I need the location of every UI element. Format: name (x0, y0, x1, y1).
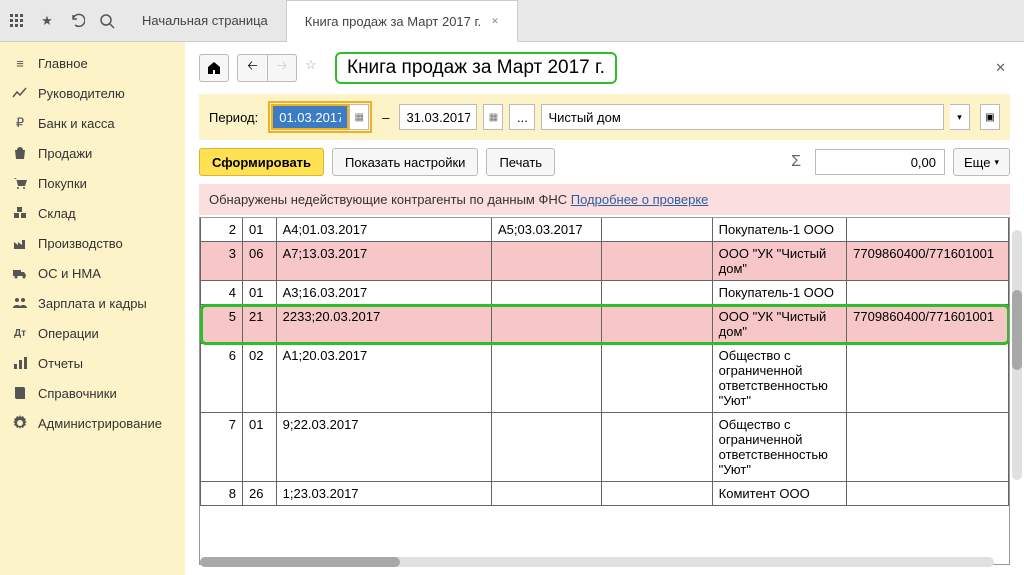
warning-banner: Обнаружены недействующие контрагенты по … (199, 184, 1010, 215)
calendar-icon[interactable]: ▦ (483, 104, 503, 130)
ruble-icon: ₽ (12, 115, 28, 131)
generate-button[interactable]: Сформировать (199, 148, 324, 176)
apps-icon[interactable] (8, 12, 26, 30)
sidebar-item-admin[interactable]: Администрирование (0, 408, 185, 438)
sidebar-item-warehouse[interactable]: Склад (0, 198, 185, 228)
sidebar-item-manager[interactable]: Руководителю (0, 78, 185, 108)
gear-icon (12, 415, 28, 431)
sidebar: ≡Главное Руководителю ₽Банк и касса Прод… (0, 42, 185, 575)
chart-line-icon (12, 85, 28, 101)
menu-icon: ≡ (12, 55, 28, 71)
close-button[interactable]: ✕ (991, 56, 1010, 80)
sidebar-item-catalogs[interactable]: Справочники (0, 378, 185, 408)
favorite-star-icon[interactable]: ☆ (305, 57, 327, 79)
sidebar-item-payroll[interactable]: Зарплата и кадры (0, 288, 185, 318)
page-title: Книга продаж за Март 2017 г. (335, 52, 617, 84)
sidebar-item-production[interactable]: Производство (0, 228, 185, 258)
bag-icon (12, 145, 28, 161)
warning-link[interactable]: Подробнее о проверке (571, 192, 709, 207)
table-row[interactable]: 8261;23.03.2017Комитент ООО (201, 482, 1009, 506)
back-button[interactable]: 🡠 (237, 54, 267, 82)
factory-icon (12, 235, 28, 251)
tab-home-label: Начальная страница (142, 13, 268, 28)
forward-button[interactable]: 🡢 (267, 54, 297, 82)
sidebar-item-purchases[interactable]: Покупки (0, 168, 185, 198)
debit-credit-icon: Дт (12, 325, 28, 341)
sidebar-item-assets[interactable]: ОС и НМА (0, 258, 185, 288)
sidebar-item-operations[interactable]: ДтОперации (0, 318, 185, 348)
chevron-down-icon: ▾ (994, 157, 999, 168)
more-button[interactable]: Еще▾ (953, 148, 1010, 176)
truck-icon (12, 265, 28, 281)
report-table[interactable]: 201A4;01.03.2017A5;03.03.2017Покупатель-… (199, 217, 1010, 565)
cart-icon (12, 175, 28, 191)
sidebar-item-main[interactable]: ≡Главное (0, 48, 185, 78)
search-icon[interactable] (98, 12, 116, 30)
period-picker-button[interactable]: ... (509, 104, 535, 130)
table-row[interactable]: 306A7;13.03.2017ООО "УК "Чистый дом"7709… (201, 242, 1009, 281)
home-button[interactable] (199, 54, 229, 82)
sum-input[interactable] (815, 149, 945, 175)
table-row[interactable]: 5212233;20.03.2017ООО "УК "Чистый дом"77… (201, 305, 1009, 344)
period-from-input[interactable] (271, 104, 349, 130)
table-row[interactable]: 7019;22.03.2017Общество с ограниченной о… (201, 413, 1009, 482)
open-external-icon[interactable]: ▣ (980, 104, 1000, 130)
book-icon (12, 385, 28, 401)
period-to-input[interactable] (399, 104, 477, 130)
calendar-icon[interactable]: ▦ (349, 104, 369, 130)
chart-bar-icon (12, 355, 28, 371)
sigma-icon: Σ (785, 153, 807, 171)
sidebar-item-bank[interactable]: ₽Банк и касса (0, 108, 185, 138)
print-button[interactable]: Печать (486, 148, 555, 176)
star-icon[interactable]: ★ (38, 12, 56, 30)
vertical-scrollbar[interactable] (1012, 230, 1022, 480)
tab-book-label: Книга продаж за Март 2017 г. (305, 14, 481, 29)
tab-sales-book[interactable]: Книга продаж за Март 2017 г. ✕ (287, 0, 518, 42)
organization-combo[interactable]: Чистый дом (541, 104, 944, 130)
sidebar-item-sales[interactable]: Продажи (0, 138, 185, 168)
table-row[interactable]: 602A1;20.03.2017Общество с ограниченной … (201, 344, 1009, 413)
sidebar-item-reports[interactable]: Отчеты (0, 348, 185, 378)
chevron-down-icon[interactable]: ▾ (950, 104, 970, 130)
history-icon[interactable] (68, 12, 86, 30)
show-settings-button[interactable]: Показать настройки (332, 148, 478, 176)
boxes-icon (12, 205, 28, 221)
tab-home[interactable]: Начальная страница (124, 0, 287, 41)
horizontal-scrollbar[interactable] (200, 557, 994, 567)
table-row[interactable]: 401A3;16.03.2017Покупатель-1 ООО (201, 281, 1009, 305)
close-icon[interactable]: ✕ (491, 16, 499, 27)
people-icon (12, 295, 28, 311)
period-label: Период: (209, 110, 258, 125)
table-row[interactable]: 201A4;01.03.2017A5;03.03.2017Покупатель-… (201, 218, 1009, 242)
